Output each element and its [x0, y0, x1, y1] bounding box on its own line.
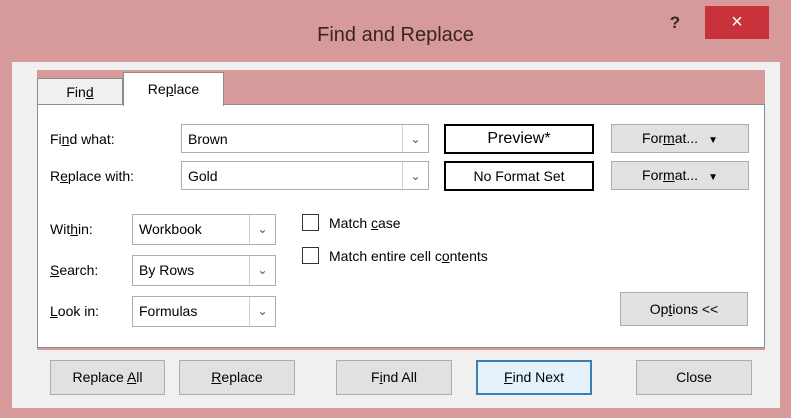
find-what-value[interactable]: Brown	[188, 131, 228, 147]
search-label: Search:	[50, 262, 99, 278]
match-case-label[interactable]: Match case	[329, 215, 401, 231]
tab-replace-label-rest: lace	[173, 81, 200, 97]
find-format-preview: Preview*	[444, 124, 594, 154]
find-format-button[interactable]: Format... ▼	[611, 124, 749, 153]
close-button[interactable]: Close	[636, 360, 752, 395]
dialog-frame	[765, 70, 780, 360]
replace-button[interactable]: Replace	[179, 360, 295, 395]
chevron-down-icon[interactable]: ⌄	[402, 162, 428, 189]
tab-replace-accesskey: p	[165, 81, 174, 97]
within-value: Workbook	[139, 221, 202, 237]
replace-all-button[interactable]: Replace All	[50, 360, 165, 395]
close-window-button[interactable]: ×	[705, 6, 769, 39]
match-entire-label[interactable]: Match entire cell contents	[329, 248, 488, 264]
search-value: By Rows	[139, 262, 195, 278]
replace-panel: Find what: Brown ⌄ Preview* Format... ▼ R…	[37, 104, 765, 348]
title-bar: Find and Replace ? ×	[0, 0, 791, 70]
tab-find-accesskey: d	[85, 84, 94, 100]
look-in-value: Formulas	[139, 303, 198, 319]
options-button[interactable]: Options <<	[620, 292, 748, 326]
chevron-down-icon[interactable]: ⌄	[249, 256, 275, 285]
find-what-combobox[interactable]: Brown ⌄	[181, 124, 429, 153]
search-select[interactable]: By Rows ⌄	[132, 255, 276, 286]
help-button[interactable]: ?	[655, 12, 695, 38]
match-case-checkbox[interactable]	[302, 214, 319, 231]
replace-with-combobox[interactable]: Gold ⌄	[181, 161, 429, 190]
button-bar: Replace All Replace Find All Find Next C…	[12, 350, 780, 408]
find-what-label: Find what:	[50, 131, 115, 147]
close-icon: ×	[731, 11, 743, 33]
dialog-frame	[12, 62, 780, 70]
dialog-frame	[12, 70, 37, 360]
find-next-button[interactable]: Find Next	[476, 360, 592, 395]
chevron-down-icon[interactable]: ⌄	[249, 297, 275, 326]
chevron-down-icon[interactable]: ⌄	[402, 125, 428, 152]
chevron-down-icon[interactable]: ⌄	[249, 215, 275, 244]
replace-format-button[interactable]: Format... ▼	[611, 161, 749, 190]
within-label: Within:	[50, 221, 93, 237]
find-all-button[interactable]: Find All	[336, 360, 452, 395]
tab-replace-label: Re	[147, 81, 166, 97]
replace-with-value[interactable]: Gold	[188, 168, 218, 184]
tab-find[interactable]: Find	[37, 78, 123, 105]
replace-with-label: Replace with:	[50, 168, 135, 184]
within-select[interactable]: Workbook ⌄	[132, 214, 276, 245]
tab-find-label: Fin	[66, 84, 86, 100]
match-entire-checkbox[interactable]	[302, 247, 319, 264]
dropdown-arrow-icon: ▼	[708, 172, 718, 183]
look-in-select[interactable]: Formulas ⌄	[132, 296, 276, 327]
tab-replace[interactable]: Replace	[123, 72, 224, 106]
dropdown-arrow-icon: ▼	[708, 135, 718, 146]
replace-format-preview: No Format Set	[444, 161, 594, 191]
look-in-label: Look in:	[50, 303, 100, 319]
